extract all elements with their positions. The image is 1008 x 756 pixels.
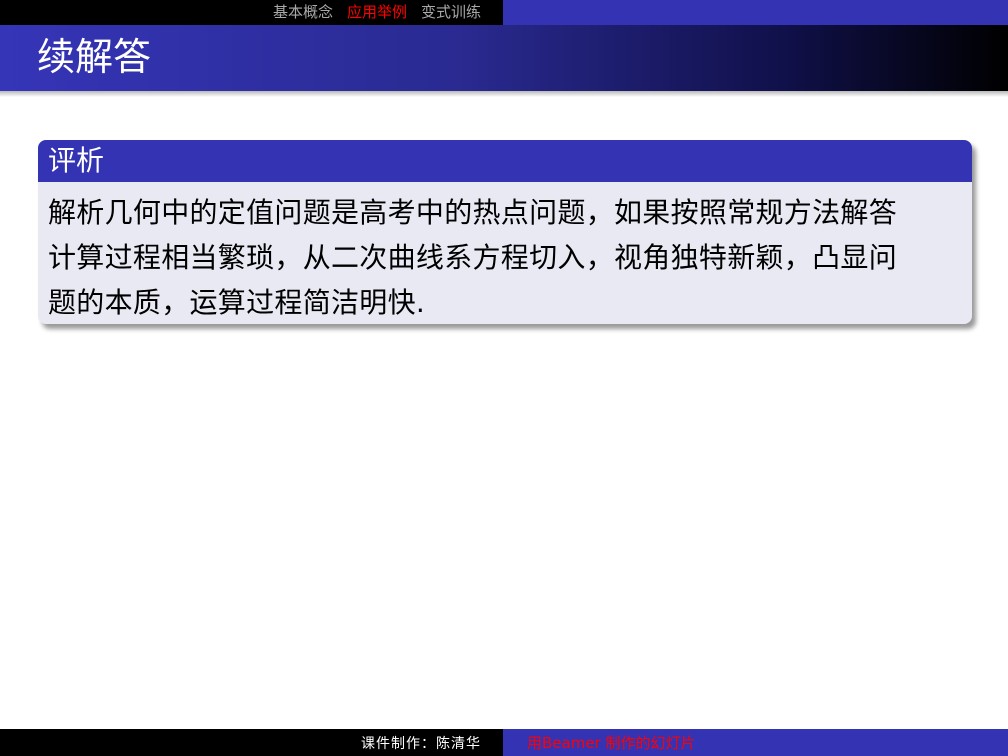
footer-author: 课件制作：陈清华 xyxy=(361,735,481,752)
nav-link-application-examples[interactable]: 应用举例 xyxy=(347,0,407,25)
section-navigation: 基本概念 应用举例 变式训练 xyxy=(0,0,1008,25)
body-line-2: 计算过程相当繁琐，从二次曲线系方程切入，视角独特新颖，凸显问 xyxy=(48,241,898,274)
block-body: 解析几何中的定值问题是高考中的热点问题，如果按照常规方法解答 计算过程相当繁琐，… xyxy=(38,182,972,324)
navigation-blank-panel xyxy=(503,0,1008,25)
section-navigation-links: 基本概念 应用举例 变式训练 xyxy=(0,0,503,25)
frame-title-bar: 续解答 xyxy=(0,25,1008,91)
nav-link-basic-concepts[interactable]: 基本概念 xyxy=(273,0,333,25)
commentary-block: 评析 解析几何中的定值问题是高考中的热点问题，如果按照常规方法解答 计算过程相当… xyxy=(38,140,972,324)
nav-link-variant-exercises[interactable]: 变式训练 xyxy=(421,0,481,25)
frame-title: 续解答 xyxy=(37,35,152,79)
footer-tagline-panel: 用Beamer 制作的幻灯片 xyxy=(503,729,1008,756)
body-line-1: 解析几何中的定值问题是高考中的热点问题，如果按照常规方法解答 xyxy=(48,196,898,229)
footer: 课件制作：陈清华 用Beamer 制作的幻灯片 xyxy=(0,729,1008,756)
block-title: 评析 xyxy=(48,144,105,177)
slide: 基本概念 应用举例 变式训练 续解答 评析 解析几何中的定值问题是高考中的热点问… xyxy=(0,0,1008,756)
block-header: 评析 xyxy=(38,140,972,182)
title-bar-shadow xyxy=(0,91,1008,97)
body-line-3: 题的本质，运算过程简洁明快. xyxy=(48,286,426,319)
footer-author-panel: 课件制作：陈清华 xyxy=(0,729,503,756)
footer-tagline: 用Beamer 制作的幻灯片 xyxy=(527,734,696,752)
